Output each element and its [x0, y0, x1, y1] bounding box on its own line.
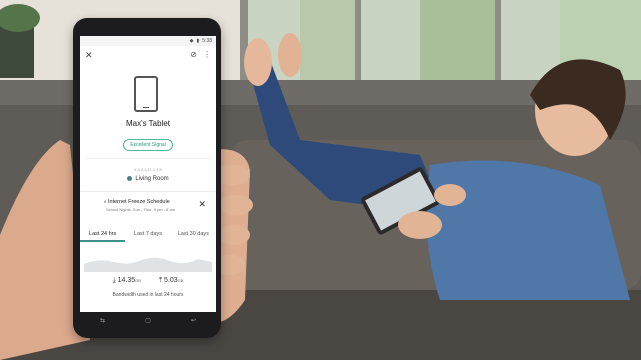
divider	[86, 158, 210, 159]
freeze-subtitle: School Nights, Sun - Thur, 9 pm - 6 am	[106, 207, 176, 212]
battery-icon: ▮	[196, 38, 200, 44]
upload-stat: ⤒ 5.03GB	[158, 277, 184, 284]
signal-badge: Excellent Signal	[123, 139, 173, 151]
bandwidth-stats: ⤓ 14.35GB ⤒ 5.03GB	[80, 277, 216, 285]
time-range-tabs: Last 24 hrs Last 7 days Last 30 days	[80, 228, 216, 242]
freeze-title: Internet Freeze Schedule	[108, 199, 170, 205]
divider	[80, 191, 216, 192]
tab-last-24-hrs[interactable]: Last 24 hrs	[80, 228, 126, 242]
room-name: Living Room	[135, 176, 169, 183]
phone-screen: ◆ ▮ 5:38 ✕ ⊘ ⋮ Max's Tablet Excellent Si…	[80, 36, 216, 312]
close-icon[interactable]: ✕	[85, 51, 93, 60]
more-icon[interactable]: ⋮	[203, 50, 211, 59]
status-bar: ◆ ▮ 5:38	[80, 36, 216, 46]
back-icon[interactable]: ↩	[191, 317, 196, 324]
photo-scene: ◆ ▮ 5:38 ✕ ⊘ ⋮ Max's Tablet Excellent Si…	[0, 0, 641, 360]
device-name: Max's Tablet	[125, 119, 171, 128]
home-button-icon[interactable]: ▢	[145, 317, 151, 324]
download-stat: ⤓ 14.35GB	[112, 277, 141, 284]
tab-last-30-days[interactable]: Last 30 days	[171, 228, 216, 242]
bandwidth-label: Bandwidth used in last 24 hours	[112, 292, 184, 298]
top-bar: ✕ ⊘ ⋮	[80, 48, 216, 64]
tablet-icon	[134, 76, 158, 112]
room-label[interactable]: Living Room	[80, 176, 216, 182]
wifi-icon: ◆	[189, 38, 194, 44]
clock-icon: ◐	[104, 199, 108, 205]
device-ip: 5.5.5.1/11.1.4.8	[134, 167, 162, 172]
upload-icon: ⤒	[158, 277, 163, 284]
download-icon: ⤓	[112, 277, 116, 284]
home-icon	[127, 176, 133, 181]
android-nav-bar: ⇆ ▢ ↩	[80, 313, 216, 327]
pause-icon[interactable]: ⊘	[190, 50, 197, 59]
tab-last-7-days[interactable]: Last 7 days	[125, 228, 170, 242]
freeze-schedule[interactable]: ◐ Internet Freeze Schedule School Nights…	[80, 198, 216, 220]
status-time: 5:38	[202, 38, 212, 44]
freeze-close-icon[interactable]: ✕	[198, 200, 206, 209]
bandwidth-chart	[84, 257, 212, 272]
recents-icon[interactable]: ⇆	[100, 317, 105, 324]
